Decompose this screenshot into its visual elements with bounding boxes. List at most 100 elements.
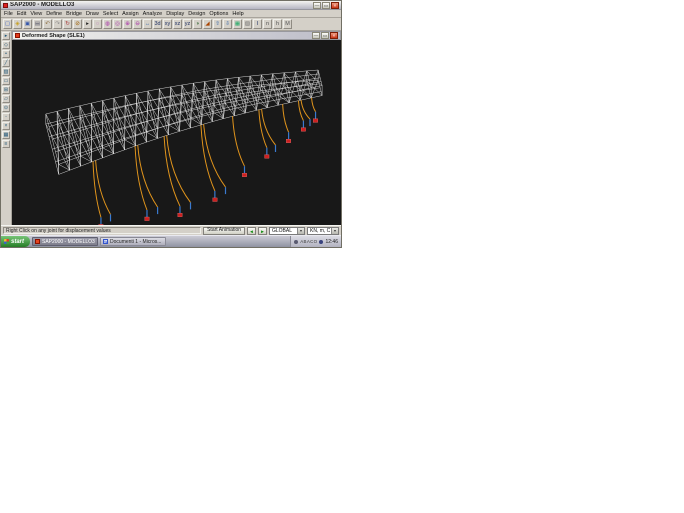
coord-system-dropdown[interactable]: GLOBAL ▼ bbox=[269, 227, 305, 235]
taskbar-item[interactable]: SAP2000 - MODELLO3 bbox=[32, 237, 98, 246]
close-button[interactable]: × bbox=[330, 32, 338, 39]
refresh-window-icon[interactable]: ↻ bbox=[63, 19, 72, 29]
menu-design[interactable]: Design bbox=[188, 11, 205, 17]
taskbar-item-label: Documenti 1 - Micros... bbox=[110, 239, 161, 245]
lock-model-icon[interactable]: ⊘ bbox=[73, 19, 82, 29]
windows-logo-icon bbox=[4, 239, 9, 244]
restore-button[interactable]: ▭ bbox=[322, 2, 330, 9]
menu-options[interactable]: Options bbox=[209, 11, 228, 17]
word-taskbar-icon: W bbox=[103, 239, 108, 244]
zoom-previous-icon[interactable]: ◎ bbox=[113, 19, 122, 29]
quick-draw-frame-icon[interactable]: ▨ bbox=[2, 68, 10, 76]
zoom-out-icon[interactable]: ⊖ bbox=[133, 19, 142, 29]
menu-bar: File Edit View Define Bridge Draw Select Assign… bbox=[1, 10, 341, 18]
draw-joint-icon[interactable]: • bbox=[2, 50, 10, 58]
select-all-icon[interactable]: ▦ bbox=[233, 19, 242, 29]
draw-area-icon[interactable]: ▭ bbox=[2, 77, 10, 85]
start-animation-button[interactable]: Start Animation bbox=[203, 227, 245, 235]
frame-props-icon[interactable]: h bbox=[273, 19, 282, 29]
start-label: start bbox=[11, 239, 24, 245]
menu-display[interactable]: Display bbox=[166, 11, 184, 17]
quick-draw-area-icon[interactable]: ⊞ bbox=[2, 86, 10, 94]
view-3d-icon[interactable]: 3d bbox=[153, 19, 162, 29]
units-dropdown[interactable]: KN, m, C ▼ bbox=[307, 227, 339, 235]
child-window-title: Deformed Shape (SLE1) bbox=[22, 33, 310, 39]
new-model-icon[interactable]: ▢ bbox=[3, 19, 12, 29]
menu-help[interactable]: Help bbox=[232, 11, 243, 17]
menu-assign[interactable]: Assign bbox=[122, 11, 139, 17]
snap-intersections-icon[interactable]: × bbox=[2, 122, 10, 130]
sap2000-window-deformed-sle1: SAP2000 - MODELLO3 —▭× FileEditViewDefin… bbox=[0, 0, 342, 248]
dropdown-arrow-icon[interactable]: ▼ bbox=[297, 228, 304, 234]
reshape-element-icon[interactable]: ◇ bbox=[2, 41, 10, 49]
taskbar-item[interactable]: WDocumenti 1 - Micros... bbox=[100, 237, 166, 246]
titlebar[interactable]: SAP2000 - MODELLO3 —▭× bbox=[1, 1, 341, 10]
viewport-3d-deformed-model[interactable] bbox=[12, 40, 341, 225]
menu-edit[interactable]: Edit bbox=[17, 11, 26, 17]
menu-view[interactable]: View bbox=[30, 11, 42, 17]
pan-icon[interactable]: ↔ bbox=[143, 19, 152, 29]
zoom-in-icon[interactable]: ⊕ bbox=[123, 19, 132, 29]
draw-frame-icon[interactable]: ╱ bbox=[2, 59, 10, 67]
draw-poly-area-icon[interactable]: ▱ bbox=[2, 95, 10, 103]
window-title: SAP2000 - MODELLO3 bbox=[10, 2, 311, 8]
menu-analyze[interactable]: Analyze bbox=[143, 11, 163, 17]
tray-label: ABACO bbox=[300, 239, 317, 244]
deck-wireframe bbox=[46, 70, 322, 174]
system-tray: ABACO 12:46 bbox=[290, 236, 341, 247]
menu-define[interactable]: Define bbox=[46, 11, 62, 17]
view-xz-icon[interactable]: xz bbox=[173, 19, 182, 29]
menu-bridge[interactable]: Bridge bbox=[66, 11, 82, 17]
menu-draw[interactable]: Draw bbox=[86, 11, 99, 17]
sap2000-app-icon bbox=[3, 3, 8, 8]
dropdown-arrow-icon[interactable]: ▼ bbox=[331, 228, 338, 234]
status-bar: Right Click on any joint for displacemen… bbox=[1, 225, 341, 235]
save-icon[interactable]: ▣ bbox=[23, 19, 32, 29]
shrink-objects-icon[interactable]: ◢ bbox=[203, 19, 212, 29]
zoom-rubberband-icon[interactable]: ◌ bbox=[93, 19, 102, 29]
window-controls: —▭× bbox=[313, 2, 339, 9]
taskbar: start SAP2000 - MODELLO3 WDocumenti 1 - M… bbox=[1, 235, 341, 247]
taskbar-items: SAP2000 - MODELLO3 WDocumenti 1 - Micros.… bbox=[32, 237, 288, 246]
minimize-button[interactable]: — bbox=[313, 2, 321, 9]
prev-frame-button[interactable]: ◄ bbox=[247, 227, 256, 235]
view-yz-icon[interactable]: yz bbox=[183, 19, 192, 29]
minimize-button[interactable]: — bbox=[312, 32, 320, 39]
side-toolbar: ▸◇•╱▨▭⊞▱⊙◦×▦≡ bbox=[1, 31, 12, 225]
sap-taskbar-icon bbox=[35, 239, 40, 244]
menu-select[interactable]: Select bbox=[103, 11, 118, 17]
next-frame-button[interactable]: ► bbox=[258, 227, 267, 235]
move-down-in-list-icon[interactable]: ⇩ bbox=[223, 19, 232, 29]
open-file-icon[interactable]: ◈ bbox=[13, 19, 22, 29]
status-message: Right Click on any joint for displacemen… bbox=[3, 227, 201, 234]
child-window-titlebar[interactable]: Deformed Shape (SLE1) —▭× bbox=[12, 31, 341, 40]
screenshot-montage: SAP2000 - MODELLO06 - [Deformed Shape (S… bbox=[0, 0, 684, 513]
redo-icon[interactable]: ↷ bbox=[53, 19, 62, 29]
menu-items: File Edit View Define Bridge Draw Select Assign… bbox=[4, 11, 338, 17]
child-window-icon bbox=[15, 33, 20, 38]
clear-selection-icon[interactable]: ▨ bbox=[243, 19, 252, 29]
shell-props-icon[interactable]: M bbox=[283, 19, 292, 29]
undo-icon[interactable]: ↶ bbox=[43, 19, 52, 29]
snap-midpoints-icon[interactable]: ◦ bbox=[2, 113, 10, 121]
start-button[interactable]: start bbox=[1, 236, 30, 247]
run-analysis-icon[interactable]: ▸ bbox=[83, 19, 92, 29]
snap-joints-icon[interactable]: ⊙ bbox=[2, 104, 10, 112]
close-button[interactable]: × bbox=[331, 2, 339, 9]
menu-file[interactable]: File bbox=[4, 11, 13, 17]
print-icon[interactable]: ▤ bbox=[33, 19, 42, 29]
zoom-full-icon[interactable]: ◍ bbox=[103, 19, 112, 29]
volume-tray-icon[interactable] bbox=[319, 240, 323, 244]
child-window-controls: —▭× bbox=[312, 32, 338, 39]
move-up-in-list-icon[interactable]: ⇧ bbox=[213, 19, 222, 29]
taskbar-item-label: SAP2000 - MODELLO3 bbox=[42, 239, 95, 245]
set-display-options-icon[interactable]: I bbox=[253, 19, 262, 29]
restore-button[interactable]: ▭ bbox=[321, 32, 329, 39]
snap-lines-icon[interactable]: ≡ bbox=[2, 140, 10, 148]
view-xy-icon[interactable]: xy bbox=[163, 19, 172, 29]
snap-grid-icon[interactable]: ▦ bbox=[2, 131, 10, 139]
select-pointer-icon[interactable]: ▸ bbox=[2, 32, 10, 40]
language-tray-icon[interactable] bbox=[294, 240, 298, 244]
perspective-toggle-icon[interactable]: ◑ bbox=[193, 19, 202, 29]
joint-props-icon[interactable]: n bbox=[263, 19, 272, 29]
